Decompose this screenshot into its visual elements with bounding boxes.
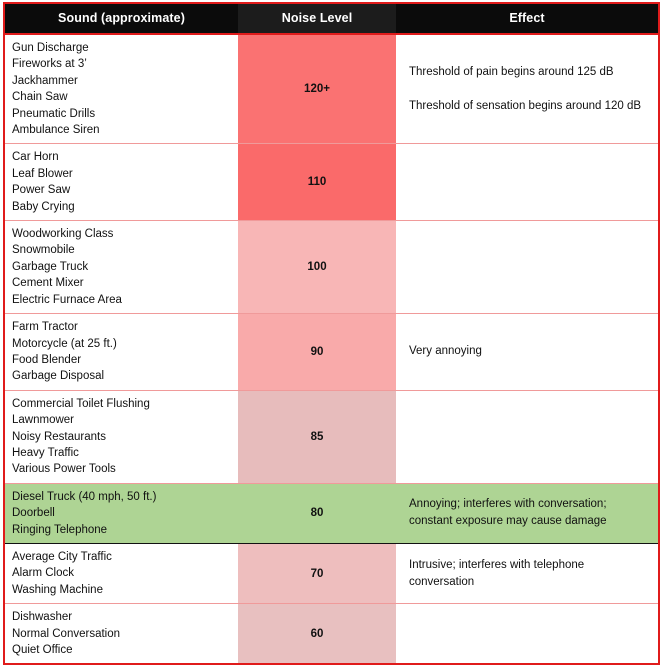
table-row: Woodworking Class Snowmobile Garbage Truck…	[4, 220, 659, 315]
header-row: Sound (approximate) Noise Level Effect	[4, 3, 659, 34]
sound-item: Various Power Tools	[12, 463, 116, 476]
sound-item: Garbage Disposal	[12, 370, 105, 383]
noise-level-table: Sound (approximate) Noise Level Effect G…	[3, 2, 660, 665]
effect-text: Intrusive; interferes with telephone	[409, 558, 585, 571]
sound-item: Food Blender	[12, 353, 82, 366]
sound-item: Dishwasher	[12, 611, 73, 624]
noise-level-value: 100	[307, 261, 327, 274]
noise-level-value: 70	[310, 567, 324, 580]
effect-cell: Very annoying	[396, 313, 659, 391]
noise-level-cell: 90	[238, 313, 396, 391]
table-row: Dishwasher Normal Conversation Quiet Offic…	[4, 603, 659, 665]
sound-cell: Commercial Toilet Flushing Lawnmower Noisy…	[4, 389, 238, 484]
effect-text: Annoying; interferes with conversation;	[409, 498, 607, 511]
column-header-effect: Effect	[396, 3, 659, 34]
sound-item: Electric Furnace Area	[12, 293, 122, 306]
sound-item: Ambulance Siren	[12, 124, 100, 137]
sound-item: Snowmobile	[12, 244, 75, 257]
noise-level-cell: 120+	[238, 34, 396, 145]
table-row: Farm Tractor Motorcycle (at 25 ft.) Food B…	[4, 313, 659, 391]
noise-level-cell: 85	[238, 389, 396, 484]
noise-level-value: 120+	[304, 83, 330, 96]
sound-item: Power Saw	[12, 184, 71, 197]
effect-cell: Annoying; interferes with conversation; c…	[396, 482, 659, 544]
sound-item: Chain Saw	[12, 91, 68, 104]
sound-item: Lawnmower	[12, 414, 74, 427]
noise-level-value: 90	[310, 345, 324, 358]
sound-cell: Gun Discharge Fireworks at 3’ Jackhammer Ch…	[4, 34, 238, 145]
sound-item: Average City Traffic	[12, 550, 112, 563]
effect-cell	[396, 143, 659, 222]
sound-cell: Diesel Truck (40 mph, 50 ft.) Doorbell Rin…	[4, 482, 238, 544]
sound-item: Baby Crying	[12, 200, 75, 213]
effect-text: Very annoying	[409, 345, 482, 358]
sound-item: Farm Tractor	[12, 321, 78, 334]
sound-item: Car Horn	[12, 151, 59, 164]
table-header: Sound (approximate) Noise Level Effect	[4, 3, 659, 34]
noise-level-value: 85	[310, 430, 324, 443]
sound-item: Washing Machine	[12, 583, 103, 596]
sound-item: Fireworks at 3’	[12, 58, 87, 71]
sound-item: Gun Discharge	[12, 42, 89, 54]
table-row: Gun Discharge Fireworks at 3’ Jackhammer Ch…	[4, 34, 659, 145]
effect-cell	[396, 220, 659, 315]
sound-cell: Average City Traffic Alarm Clock Washing M…	[4, 542, 238, 605]
sound-item: Noisy Restaurants	[12, 430, 106, 443]
sound-item: Garbage Truck	[12, 260, 89, 273]
noise-level-table-container: Sound (approximate) Noise Level Effect G…	[0, 0, 661, 665]
effect-text: constant exposure may cause damage	[409, 515, 607, 528]
sound-item: Woodworking Class	[12, 228, 114, 241]
noise-level-cell: 80	[238, 482, 396, 544]
column-header-sound: Sound (approximate)	[4, 3, 238, 34]
effect-spacer	[409, 81, 648, 98]
sound-item: Pneumatic Drills	[12, 107, 96, 120]
column-header-noise-level: Noise Level	[238, 3, 396, 34]
noise-level-cell: 70	[238, 542, 396, 605]
noise-level-cell: 60	[238, 603, 396, 665]
noise-level-cell: 110	[238, 143, 396, 222]
sound-item: Jackhammer	[12, 74, 78, 87]
sound-cell: Woodworking Class Snowmobile Garbage Truck…	[4, 220, 238, 315]
sound-item: Leaf Blower	[12, 167, 73, 180]
sound-item: Doorbell	[12, 507, 55, 520]
sound-cell: Car Horn Leaf Blower Power Saw Baby Crying	[4, 143, 238, 222]
noise-level-cell: 100	[238, 220, 396, 315]
sound-cell: Dishwasher Normal Conversation Quiet Offic…	[4, 603, 238, 665]
sound-item: Heavy Traffic	[12, 446, 79, 459]
effect-text: conversation	[409, 575, 475, 588]
sound-cell: Farm Tractor Motorcycle (at 25 ft.) Food B…	[4, 313, 238, 391]
effect-cell: Intrusive; interferes with telephone conv…	[396, 542, 659, 605]
table-row: Commercial Toilet Flushing Lawnmower Noisy…	[4, 389, 659, 484]
table-body: Gun Discharge Fireworks at 3’ Jackhammer Ch…	[4, 34, 659, 665]
effect-cell	[396, 389, 659, 484]
noise-level-value: 80	[310, 507, 324, 520]
noise-level-value: 110	[307, 176, 327, 189]
effect-cell	[396, 603, 659, 665]
sound-item: Commercial Toilet Flushing	[12, 397, 150, 410]
effect-text: Threshold of pain begins around 125 dB	[409, 65, 614, 78]
effect-text: Threshold of sensation begins around 120…	[409, 99, 642, 112]
table-row: Diesel Truck (40 mph, 50 ft.) Doorbell Rin…	[4, 482, 659, 544]
effect-cell: Threshold of pain begins around 125 dB Th…	[396, 34, 659, 145]
table-row: Car Horn Leaf Blower Power Saw Baby Crying 1…	[4, 143, 659, 222]
sound-item: Diesel Truck (40 mph, 50 ft.)	[12, 490, 157, 503]
sound-item: Cement Mixer	[12, 277, 84, 290]
sound-item: Ringing Telephone	[12, 523, 108, 536]
table-row: Average City Traffic Alarm Clock Washing M…	[4, 542, 659, 605]
sound-item: Quiet Office	[12, 644, 73, 656]
sound-item: Motorcycle (at 25 ft.)	[12, 337, 117, 350]
sound-item: Alarm Clock	[12, 567, 74, 580]
